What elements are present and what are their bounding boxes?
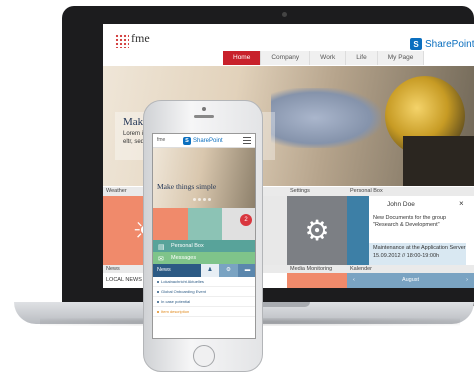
laptop-camera <box>282 12 287 17</box>
smartphone: fme S SharePoint Make things simple ▤ Pe… <box>143 100 263 372</box>
phone-messages-label: Messages <box>171 255 197 261</box>
main-nav: Home Company Work Life My Page <box>223 51 425 65</box>
phone-sharepoint-icon: S <box>183 137 191 145</box>
phone-news-bar: News ♟ ⚙ ▬ <box>153 264 255 277</box>
list-item[interactable]: Item description <box>153 307 255 317</box>
sharepoint-icon: S <box>410 38 422 50</box>
personal-box-item-2[interactable]: Maintenance at the Application Server <box>373 245 466 252</box>
personal-box-sidebar <box>347 196 369 265</box>
kalender-prev-button[interactable]: ‹ <box>353 273 355 288</box>
briefcase-icon[interactable]: ▬ <box>238 264 255 277</box>
site-header: fme S SharePoint Home Company Work Life … <box>103 24 474 65</box>
phone-tile-messages[interactable] <box>187 208 223 240</box>
phone-camera <box>202 107 206 111</box>
gear-icon: ⚙ <box>287 196 347 265</box>
phone-speaker <box>194 115 214 118</box>
notification-badge: 2 <box>240 214 252 226</box>
phone-sharepoint-text: SharePoint <box>193 138 223 144</box>
kalender-next-button[interactable]: › <box>466 273 468 288</box>
personal-box-item-1b: "Research & Development" <box>373 222 440 228</box>
phone-screen: fme S SharePoint Make things simple ▤ Pe… <box>152 133 256 339</box>
phone-header: fme S SharePoint <box>153 134 255 148</box>
list-item[interactable]: Global Onboarding Event <box>153 287 255 297</box>
phone-tile-weather[interactable] <box>153 208 188 240</box>
nav-item-my-page[interactable]: My Page <box>377 51 425 65</box>
contact-name[interactable]: John Doe <box>387 201 415 208</box>
phone-personal-box-label: Personal Box <box>171 243 204 249</box>
media-monitoring-tile[interactable]: Media Monitoring <box>287 265 347 288</box>
personal-box-tile[interactable]: Personal Box John Doe × New Documents fo… <box>347 187 474 265</box>
phone-fme-logo[interactable]: fme <box>157 137 165 143</box>
phone-messages-row[interactable]: ✉ Messages <box>153 252 255 264</box>
menu-icon[interactable] <box>243 137 251 144</box>
kalender-nav: ‹ August › <box>347 273 474 288</box>
person-icon[interactable]: ♟ <box>201 264 219 277</box>
nav-item-life[interactable]: Life <box>346 51 378 65</box>
kalender-month: August <box>401 277 420 283</box>
media-monitoring-title: Media Monitoring <box>287 265 347 273</box>
personal-box-item-2b: 15.09.2012 // 18:00-19:00h <box>373 253 440 259</box>
personal-box-title: Personal Box <box>347 187 474 196</box>
close-icon[interactable]: × <box>459 200 464 208</box>
hero-glove-image <box>271 88 381 148</box>
list-item[interactable]: Lokalnachricht Aktuelles <box>153 277 255 287</box>
phone-news-tab[interactable]: News <box>153 264 201 277</box>
nav-item-company[interactable]: Company <box>261 51 311 65</box>
settings-tile[interactable]: Settings ⚙ <box>287 187 347 265</box>
phone-sharepoint-logo[interactable]: S SharePoint <box>183 137 223 145</box>
kalender-title: Kalender <box>347 265 474 273</box>
nav-item-work[interactable]: Work <box>310 51 347 65</box>
phone-hero[interactable]: Make things simple <box>153 148 255 208</box>
phone-tile-other[interactable] <box>222 208 255 240</box>
nav-item-home[interactable]: Home <box>223 51 262 65</box>
settings-tile-title: Settings <box>287 187 347 196</box>
phone-hero-pagination[interactable] <box>193 198 211 201</box>
personal-box-item-1[interactable]: New Documents for the group <box>373 215 446 222</box>
fme-logo[interactable]: fme <box>131 31 150 46</box>
phone-news-label: News <box>157 267 171 273</box>
media-monitoring-body <box>287 273 347 288</box>
hero-machine-base <box>403 136 474 186</box>
sharepoint-text: SharePoint <box>425 38 474 50</box>
list-item[interactable]: In case potential <box>153 297 255 307</box>
device-mockup: fme S SharePoint Home Company Work Life … <box>0 0 474 376</box>
phone-hero-title: Make things simple <box>157 182 217 191</box>
gear-icon[interactable]: ⚙ <box>219 264 238 277</box>
fme-logo-dots-icon <box>115 34 129 48</box>
sharepoint-logo[interactable]: S SharePoint <box>410 38 474 50</box>
kalender-tile[interactable]: Kalender ‹ August › <box>347 265 474 288</box>
phone-personal-box-row[interactable]: ▤ Personal Box <box>153 240 255 252</box>
phone-home-button[interactable] <box>193 345 215 367</box>
phone-news-list: Lokalnachricht Aktuelles Global Onboardi… <box>153 277 255 317</box>
